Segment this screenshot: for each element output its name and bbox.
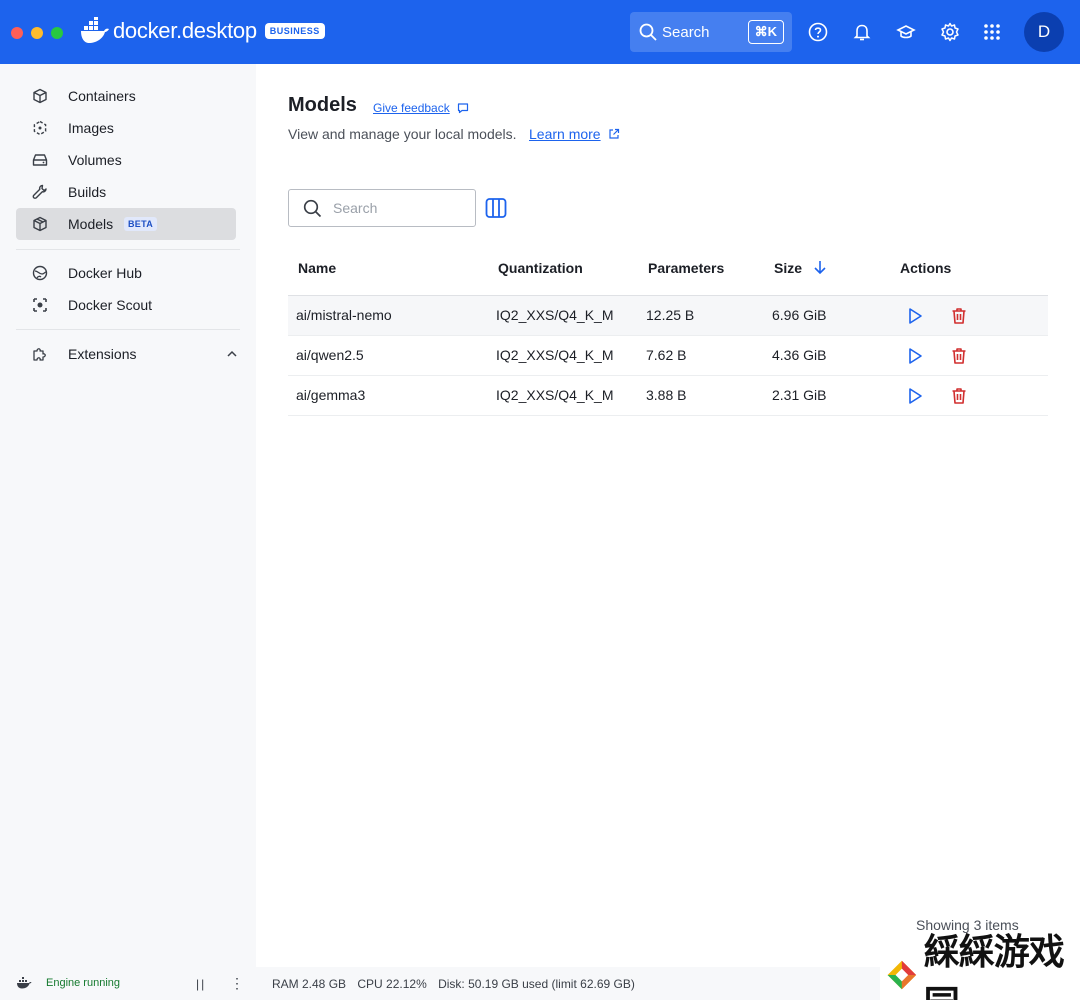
external-link-icon[interactable]: [608, 128, 620, 140]
page-subtitle: View and manage your local models.: [288, 126, 517, 142]
page-title: Models: [288, 94, 357, 116]
help-icon[interactable]: [807, 21, 829, 43]
volume-icon: [32, 154, 48, 166]
apps-grid-icon[interactable]: [981, 21, 1003, 43]
close-window-button[interactable]: [11, 27, 23, 39]
sidebar-item-docker-hub[interactable]: Docker Hub: [16, 257, 236, 289]
trash-icon[interactable]: [951, 307, 967, 325]
model-parameters: 7.62 B: [646, 347, 687, 363]
sidebar-divider: [16, 249, 240, 250]
table-row[interactable]: ai/qwen2.5 IQ2_XXS/Q4_K_M 7.62 B 4.36 Gi…: [288, 336, 1048, 376]
model-parameters: 3.88 B: [646, 387, 687, 403]
sidebar-item-containers[interactable]: Containers: [16, 80, 236, 112]
sidebar-item-label: Docker Hub: [68, 265, 142, 281]
sidebar-item-images[interactable]: Images: [16, 112, 236, 144]
docker-whale-icon: [17, 977, 32, 989]
pause-icon[interactable]: ||: [196, 977, 206, 991]
search-icon: [639, 23, 657, 41]
model-quantization: IQ2_XXS/Q4_K_M: [496, 387, 614, 403]
hub-icon: [32, 265, 48, 281]
docker-brand: docker.desktop BUSINESS: [80, 17, 325, 45]
gear-icon[interactable]: [939, 21, 961, 43]
column-header-parameters[interactable]: Parameters: [648, 260, 724, 276]
sidebar-item-docker-scout[interactable]: Docker Scout: [16, 289, 236, 321]
global-search-button[interactable]: Search ⌘K: [630, 12, 792, 52]
learn-cap-icon[interactable]: [895, 21, 917, 43]
wrench-icon: [32, 184, 47, 199]
main-content: Models Give feedback View and manage you…: [256, 64, 1080, 967]
disk-usage: Disk: 50.19 GB used (limit 62.69 GB): [438, 977, 635, 991]
model-name: ai/qwen2.5: [296, 347, 364, 363]
model-name: ai/gemma3: [296, 387, 366, 403]
minimize-window-button[interactable]: [31, 27, 43, 39]
columns-toggle-icon[interactable]: [485, 197, 507, 219]
search-icon: [303, 199, 322, 218]
sidebar-item-volumes[interactable]: Volumes: [16, 144, 236, 176]
sidebar-item-label: Images: [68, 120, 114, 136]
model-quantization: IQ2_XXS/Q4_K_M: [496, 307, 614, 323]
model-parameters: 12.25 B: [646, 307, 695, 323]
engine-status: Engine running || ⋮: [0, 967, 256, 1000]
model-search-field[interactable]: [288, 189, 476, 227]
sidebar-item-extensions[interactable]: Extensions: [16, 338, 238, 370]
app-title: docker.desktop: [113, 18, 257, 43]
watermark: 綵綵游戏园: [880, 931, 1080, 1000]
watermark-logo-icon: [887, 960, 917, 990]
model-cube-icon: [33, 216, 47, 232]
global-search-label: Search: [662, 23, 710, 41]
cpu-usage: CPU 22.12%: [357, 977, 427, 991]
plan-badge: BUSINESS: [264, 23, 325, 39]
column-header-actions: Actions: [900, 260, 952, 276]
sidebar: Containers Images Volumes Builds Models …: [0, 64, 256, 967]
sidebar-item-label: Builds: [68, 184, 107, 200]
model-quantization: IQ2_XXS/Q4_K_M: [496, 347, 614, 363]
sidebar-item-label: Docker Scout: [68, 297, 153, 313]
resource-stats: RAM 2.48 GB CPU 22.12% Disk: 50.19 GB us…: [272, 977, 643, 991]
sidebar-divider: [16, 329, 240, 330]
column-header-quantization[interactable]: Quantization: [498, 260, 583, 276]
zoom-window-button[interactable]: [51, 27, 63, 39]
beta-badge: BETA: [124, 217, 158, 231]
ram-usage: RAM 2.48 GB: [272, 977, 347, 991]
column-header-name[interactable]: Name: [298, 260, 336, 276]
model-search-input[interactable]: [333, 198, 463, 218]
watermark-text: 綵綵游戏园: [923, 931, 1065, 1000]
sidebar-item-label: Models: [68, 216, 114, 232]
bell-icon[interactable]: [851, 21, 873, 43]
sidebar-item-label: Extensions: [68, 346, 137, 362]
sidebar-item-builds[interactable]: Builds: [16, 176, 236, 208]
model-name: ai/mistral-nemo: [296, 307, 392, 323]
puzzle-icon: [33, 348, 46, 361]
feedback-icon[interactable]: [457, 102, 469, 114]
model-size: 2.31 GiB: [772, 387, 827, 403]
container-icon: [33, 88, 47, 104]
title-bar: docker.desktop BUSINESS Search ⌘K D: [0, 0, 1080, 64]
learn-more-link[interactable]: Learn more: [529, 126, 601, 142]
sort-descending-icon[interactable]: [812, 259, 828, 275]
user-avatar[interactable]: D: [1024, 12, 1064, 52]
trash-icon[interactable]: [951, 387, 967, 405]
sidebar-item-label: Containers: [68, 88, 136, 104]
images-icon: [33, 120, 47, 136]
table-row[interactable]: ai/mistral-nemo IQ2_XXS/Q4_K_M 12.25 B 6…: [288, 296, 1048, 336]
sidebar-item-models[interactable]: Models BETA: [16, 208, 236, 240]
play-icon[interactable]: [907, 307, 923, 325]
play-icon[interactable]: [907, 387, 923, 405]
column-header-size[interactable]: Size: [774, 260, 802, 276]
give-feedback-link[interactable]: Give feedback: [373, 101, 450, 115]
scout-icon: [33, 298, 47, 312]
play-icon[interactable]: [907, 347, 923, 365]
model-size: 6.96 GiB: [772, 307, 827, 323]
search-shortcut: ⌘K: [747, 20, 784, 44]
docker-whale-icon: [81, 17, 109, 43]
table-header: Name Quantization Parameters Size Action…: [288, 248, 1048, 296]
sidebar-item-label: Volumes: [68, 152, 122, 168]
models-table: Name Quantization Parameters Size Action…: [288, 248, 1048, 416]
table-row[interactable]: ai/gemma3 IQ2_XXS/Q4_K_M 3.88 B 2.31 GiB: [288, 376, 1048, 416]
trash-icon[interactable]: [951, 347, 967, 365]
model-size: 4.36 GiB: [772, 347, 827, 363]
engine-status-label: Engine running: [46, 977, 121, 989]
kebab-menu-icon[interactable]: ⋮: [230, 975, 244, 992]
chevron-up-icon[interactable]: [226, 348, 238, 360]
